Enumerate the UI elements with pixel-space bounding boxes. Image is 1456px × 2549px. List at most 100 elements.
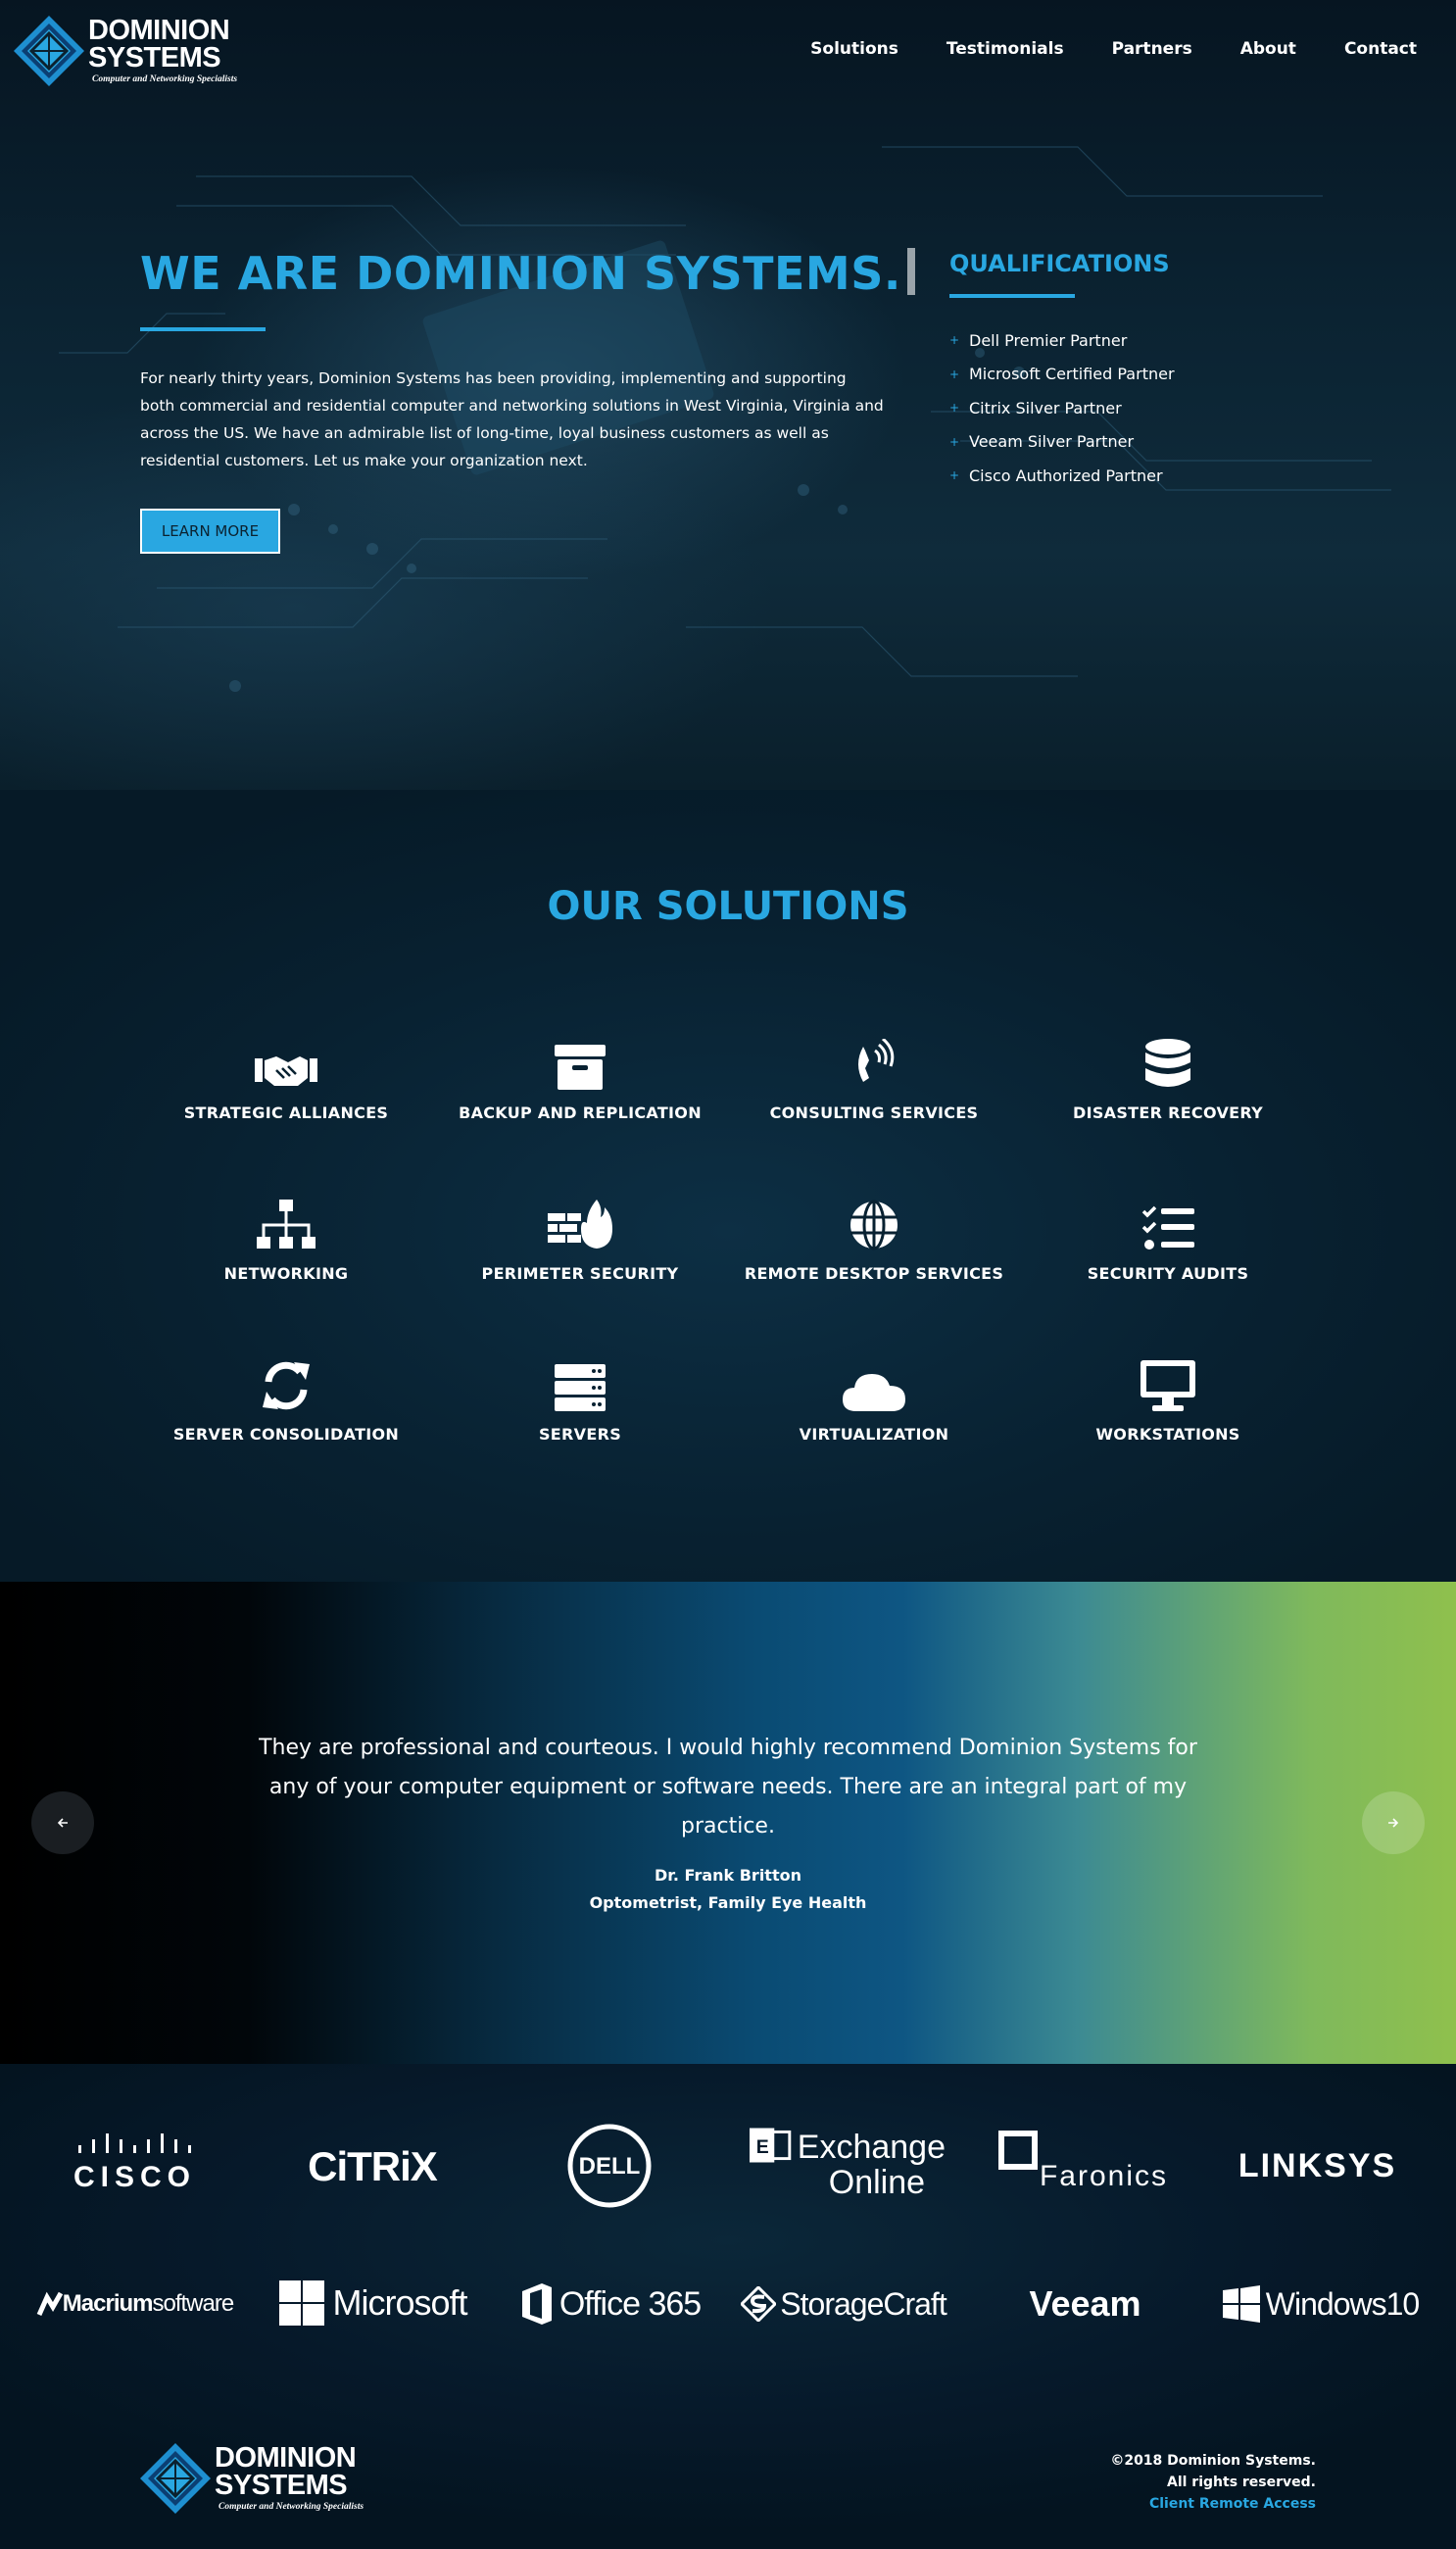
- solution-strategic-alliances[interactable]: STRATEGIC ALLIANCES: [139, 1035, 433, 1122]
- nav-partners[interactable]: Partners: [1112, 39, 1192, 59]
- server-icon: [555, 1364, 606, 1411]
- footer-copyright: ©2018 Dominion Systems. All rights reser…: [1110, 2450, 1316, 2515]
- plus-icon: +: [949, 367, 960, 381]
- qualification-item: + Dell Premier Partner: [949, 330, 1128, 350]
- partner-veeam-logo: Veeam: [1029, 2283, 1141, 2324]
- copyright-text: ©2018 Dominion Systems.: [1110, 2453, 1316, 2469]
- testimonial-author: Dr. Frank Britton: [655, 1866, 801, 1885]
- svg-text:E: E: [756, 2136, 769, 2158]
- solution-server-consolidation[interactable]: SERVER CONSOLIDATION: [139, 1356, 433, 1444]
- checklist-icon: [1141, 1205, 1194, 1250]
- solution-label: STRATEGIC ALLIANCES: [183, 1103, 389, 1122]
- footer-logo[interactable]: DOMINION SYSTEMS Computer and Networking…: [140, 2443, 364, 2514]
- partner-dell-logo: DELL: [566, 2123, 653, 2209]
- partner-microsoft-logo: Microsoft: [268, 2274, 478, 2332]
- nav-testimonials[interactable]: Testimonials: [946, 39, 1064, 59]
- partner-macrium-logo: Macrium software: [22, 2279, 247, 2328]
- qualifications-list: + Dell Premier Partner + Microsoft Certifi…: [949, 323, 1175, 493]
- phone-volume-icon: [858, 1039, 895, 1082]
- partner-office365-logo: Office 365: [517, 2278, 704, 2330]
- logo-diamond-icon: [14, 16, 84, 86]
- solution-label: VIRTUALIZATION: [799, 1425, 949, 1444]
- solution-label: BACKUP AND REPLICATION: [459, 1103, 702, 1122]
- sync-icon: [263, 1361, 310, 1410]
- learn-more-button[interactable]: LEARN MORE: [140, 509, 280, 554]
- plus-icon: +: [949, 434, 960, 449]
- hero-description: For nearly thirty years, Dominion System…: [140, 369, 884, 469]
- qualifications-title: QUALIFICATIONS: [949, 250, 1170, 277]
- solution-label: SERVERS: [538, 1425, 622, 1444]
- qualification-item: + Citrix Silver Partner: [949, 398, 1122, 417]
- microsoft-windows-grid-icon: [279, 2280, 325, 2326]
- logo-name-line2: SYSTEMS: [88, 42, 221, 74]
- storagecraft-icon: [741, 2286, 777, 2322]
- solution-remote-desktop[interactable]: REMOTE DESKTOP SERVICES: [727, 1196, 1021, 1283]
- testimonial-prev-button[interactable]: [31, 1791, 94, 1854]
- site-logo[interactable]: DOMINION SYSTEMS Computer and Networking…: [14, 16, 237, 86]
- partner-exchange-online-logo: E Exchange Online: [750, 2118, 946, 2211]
- dell-logo-icon: DELL: [567, 2124, 652, 2208]
- qualification-item: + Microsoft Certified Partner: [949, 365, 1175, 384]
- solution-label: NETWORKING: [223, 1264, 349, 1283]
- solution-label: CONSULTING SERVICES: [769, 1103, 979, 1122]
- solution-label: SERVER CONSOLIDATION: [172, 1425, 400, 1444]
- qualifications-underline: [949, 294, 1075, 298]
- database-icon: [1145, 1039, 1190, 1087]
- solution-label: PERIMETER SECURITY: [481, 1264, 679, 1283]
- plus-icon: +: [949, 468, 960, 483]
- typing-cursor: [906, 248, 915, 295]
- partner-faronics-logo: Faronics: [988, 2131, 1179, 2193]
- nav-about[interactable]: About: [1240, 39, 1296, 59]
- solutions-title: OUR SOLUTIONS: [547, 884, 909, 929]
- logo-diamond-icon: [140, 2443, 211, 2514]
- dell-text: DELL: [579, 2153, 641, 2180]
- partner-storagecraft-logo: StorageCraft: [739, 2279, 948, 2328]
- solution-backup-replication[interactable]: BACKUP AND REPLICATION: [433, 1035, 727, 1122]
- logo-name-line1: DOMINION: [215, 2442, 357, 2475]
- office-icon: [521, 2283, 552, 2325]
- solution-servers[interactable]: SERVERS: [433, 1356, 727, 1444]
- solution-label: REMOTE DESKTOP SERVICES: [744, 1264, 1004, 1283]
- testimonial-role: Optometrist, Family Eye Health: [589, 1893, 867, 1912]
- arrow-left-icon: [57, 1818, 68, 1828]
- plus-icon: +: [949, 333, 960, 348]
- solution-security-audits[interactable]: SECURITY AUDITS: [1021, 1196, 1315, 1283]
- archive-box-icon: [555, 1045, 606, 1090]
- firewall-icon: [548, 1200, 612, 1249]
- client-remote-access-link[interactable]: Client Remote Access: [1110, 2493, 1316, 2515]
- nav-contact[interactable]: Contact: [1344, 39, 1417, 59]
- plus-icon: +: [949, 401, 960, 416]
- main-nav: Solutions Testimonials Partners About Co…: [762, 39, 1417, 59]
- solution-virtualization[interactable]: VIRTUALIZATION: [727, 1356, 1021, 1444]
- macrium-swoosh-icon: [36, 2291, 63, 2317]
- desktop-icon: [1141, 1360, 1195, 1411]
- windows-logo-icon: [1222, 2285, 1260, 2323]
- logo-tagline: Computer and Networking Specialists: [218, 2501, 364, 2512]
- rights-text: All rights reserved.: [1167, 2475, 1316, 2490]
- solution-perimeter-security[interactable]: PERIMETER SECURITY: [433, 1196, 727, 1283]
- logo-name-line2: SYSTEMS: [215, 2470, 348, 2501]
- solution-networking[interactable]: NETWORKING: [139, 1196, 433, 1283]
- faronics-square-icon: [997, 2131, 1038, 2170]
- cisco-bars-icon: [77, 2133, 191, 2153]
- hero-title: WE ARE DOMINION SYSTEMS.: [140, 247, 915, 300]
- handshake-icon: [255, 1056, 317, 1086]
- qualification-item: + Cisco Authorized Partner: [949, 466, 1163, 485]
- testimonial-quote: They are professional and courteous. I w…: [259, 1736, 1197, 1838]
- testimonial-section: They are professional and courteous. I w…: [0, 1582, 1456, 2064]
- nav-solutions[interactable]: Solutions: [810, 39, 898, 59]
- partner-linksys-logo: LINKSYS: [1238, 2146, 1397, 2184]
- solution-label: DISASTER RECOVERY: [1072, 1103, 1263, 1122]
- solution-workstations[interactable]: WORKSTATIONS: [1021, 1356, 1315, 1444]
- logo-name-line1: DOMINION: [88, 15, 230, 47]
- solution-disaster-recovery[interactable]: DISASTER RECOVERY: [1021, 1035, 1315, 1122]
- arrow-right-icon: [1388, 1818, 1399, 1828]
- hero-section: WE ARE DOMINION SYSTEMS. For nearly thir…: [0, 0, 1456, 790]
- cloud-icon: [843, 1374, 905, 1411]
- qualification-item: + Veeam Silver Partner: [949, 432, 1135, 452]
- testimonial-next-button[interactable]: [1362, 1791, 1425, 1854]
- partner-windows10-logo: Windows10: [1215, 2279, 1427, 2328]
- solution-consulting-services[interactable]: CONSULTING SERVICES: [727, 1035, 1021, 1122]
- globe-icon: [850, 1200, 898, 1250]
- solutions-section: OUR SOLUTIONS STRATEGIC ALLIANCES BACKUP…: [0, 790, 1456, 1582]
